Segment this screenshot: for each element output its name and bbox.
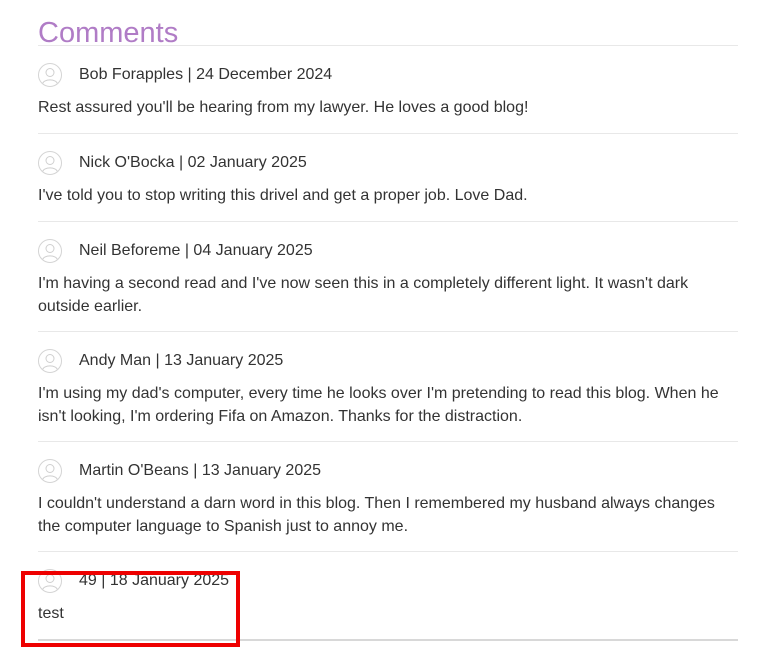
comment-text: I couldn't understand a darn word in thi… bbox=[38, 495, 715, 535]
comment-text: I'm having a second read and I've now se… bbox=[38, 275, 689, 315]
comment-item: Bob Forapples | 24 December 2024 Rest as… bbox=[38, 46, 738, 134]
comment-meta: Nick O'Bocka | 02 January 2025 bbox=[79, 154, 307, 171]
user-avatar-icon bbox=[38, 239, 62, 263]
user-avatar-icon bbox=[38, 569, 62, 593]
comment-header: Neil Beforeme | 04 January 2025 bbox=[38, 237, 313, 265]
comments-section: Comments Bob Forapples | 24 December 202… bbox=[38, 0, 738, 641]
comment-text: I'm using my dad's computer, every time … bbox=[38, 385, 719, 425]
comment-text: Rest assured you'll be hearing from my l… bbox=[38, 99, 529, 116]
comment-header: Bob Forapples | 24 December 2024 bbox=[38, 61, 332, 89]
user-avatar-icon bbox=[38, 349, 62, 373]
comment-header: Martin O'Beans | 13 January 2025 bbox=[38, 457, 321, 485]
comment-item: Nick O'Bocka | 02 January 2025 I've told… bbox=[38, 134, 738, 222]
comment-meta: Neil Beforeme | 04 January 2025 bbox=[79, 242, 313, 259]
comment-meta: 49 | 18 January 2025 bbox=[79, 572, 230, 589]
comment-item: Martin O'Beans | 13 January 2025 I could… bbox=[38, 442, 738, 552]
user-avatar-icon bbox=[38, 63, 62, 87]
comment-meta: Bob Forapples | 24 December 2024 bbox=[79, 66, 333, 83]
comment-header: Andy Man | 13 January 2025 bbox=[38, 347, 283, 375]
comment-meta: Andy Man | 13 January 2025 bbox=[79, 352, 284, 369]
comment-text: test bbox=[38, 605, 64, 622]
comments-title: Comments bbox=[38, 0, 738, 49]
comment-item: 49 | 18 January 2025 test bbox=[38, 552, 738, 641]
comment-item: Andy Man | 13 January 2025 I'm using my … bbox=[38, 332, 738, 442]
comment-meta: Martin O'Beans | 13 January 2025 bbox=[79, 462, 322, 479]
comment-header: Nick O'Bocka | 02 January 2025 bbox=[38, 149, 307, 177]
comment-text: I've told you to stop writing this drive… bbox=[38, 187, 528, 204]
comment-header: 49 | 18 January 2025 bbox=[38, 567, 229, 595]
comment-item: Neil Beforeme | 04 January 2025 I'm havi… bbox=[38, 222, 738, 332]
user-avatar-icon bbox=[38, 459, 62, 483]
user-avatar-icon bbox=[38, 151, 62, 175]
